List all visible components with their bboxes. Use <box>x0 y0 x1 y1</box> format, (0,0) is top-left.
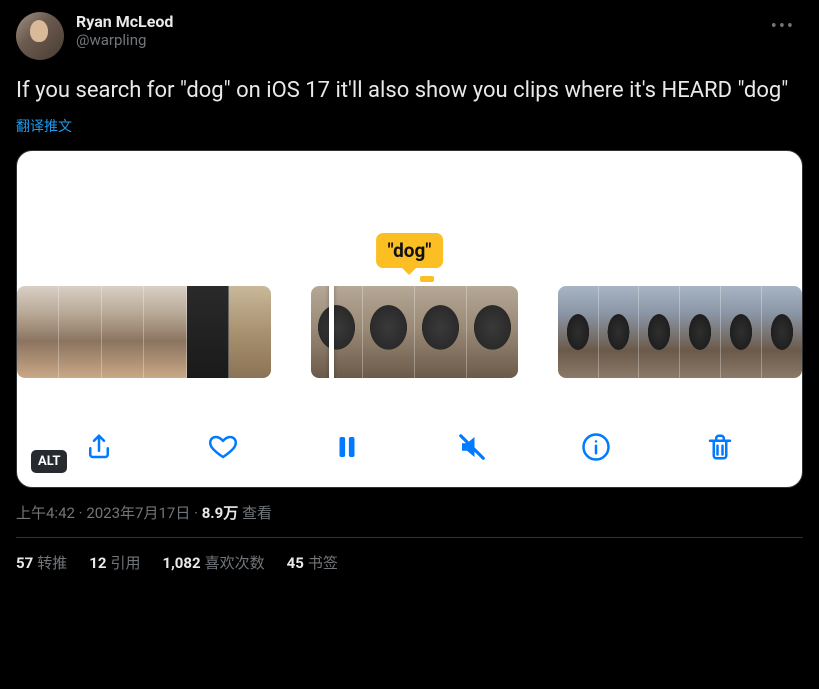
playhead[interactable] <box>329 286 334 378</box>
clip-frame <box>558 286 599 378</box>
heart-icon[interactable] <box>201 425 245 469</box>
clip-group[interactable] <box>558 286 802 378</box>
clip-frame <box>187 286 229 378</box>
clip-frame <box>599 286 640 378</box>
video-timeline[interactable] <box>17 286 802 378</box>
author-block[interactable]: Ryan McLeod @warpling <box>76 12 751 49</box>
tweet-meta: 上午4:42 · 2023年7月17日 · 8.9万 查看 <box>16 502 803 523</box>
clip-group[interactable] <box>17 286 271 378</box>
views-label: 查看 <box>238 504 272 522</box>
more-icon[interactable]: ••• <box>763 12 803 41</box>
search-tooltip: "dog" <box>376 233 444 268</box>
clip-frame <box>762 286 802 378</box>
timeline-match-marker <box>420 276 434 282</box>
clip-frame <box>144 286 186 378</box>
clip-frame <box>639 286 680 378</box>
clip-frame <box>467 286 518 378</box>
stat-quotes[interactable]: 12引用 <box>89 552 140 573</box>
clip-frame <box>721 286 762 378</box>
tweet-stats: 57转推 12引用 1,082喜欢次数 45书签 <box>16 552 803 573</box>
stat-retweets[interactable]: 57转推 <box>16 552 67 573</box>
media-controls <box>17 425 802 469</box>
tweet-date[interactable]: 2023年7月17日 <box>86 504 190 522</box>
display-name: Ryan McLeod <box>76 12 751 31</box>
clip-frame <box>363 286 415 378</box>
views-count: 8.9万 <box>202 504 239 522</box>
tweet-header: Ryan McLeod @warpling ••• <box>16 12 803 60</box>
clip-frame <box>229 286 270 378</box>
clip-frame <box>59 286 101 378</box>
info-icon[interactable] <box>574 425 618 469</box>
clip-frame <box>17 286 59 378</box>
pause-icon[interactable] <box>325 425 369 469</box>
clip-frame <box>680 286 721 378</box>
handle: @warpling <box>76 31 751 49</box>
divider <box>16 537 803 538</box>
tweet-text: If you search for "dog" on iOS 17 it'll … <box>16 76 803 106</box>
mute-icon[interactable] <box>450 425 494 469</box>
avatar[interactable] <box>16 12 64 60</box>
trash-icon[interactable] <box>698 425 742 469</box>
alt-badge[interactable]: ALT <box>31 450 67 473</box>
share-icon[interactable] <box>77 425 121 469</box>
media-card[interactable]: "dog" <box>16 150 803 488</box>
clip-frame <box>102 286 144 378</box>
translate-link[interactable]: 翻译推文 <box>16 116 72 136</box>
stat-likes[interactable]: 1,082喜欢次数 <box>162 552 264 573</box>
clip-frame <box>415 286 467 378</box>
clip-frame <box>311 286 363 378</box>
stat-bookmarks[interactable]: 45书签 <box>287 552 338 573</box>
tweet-time[interactable]: 上午4:42 <box>16 504 75 522</box>
clip-group[interactable] <box>311 286 518 378</box>
